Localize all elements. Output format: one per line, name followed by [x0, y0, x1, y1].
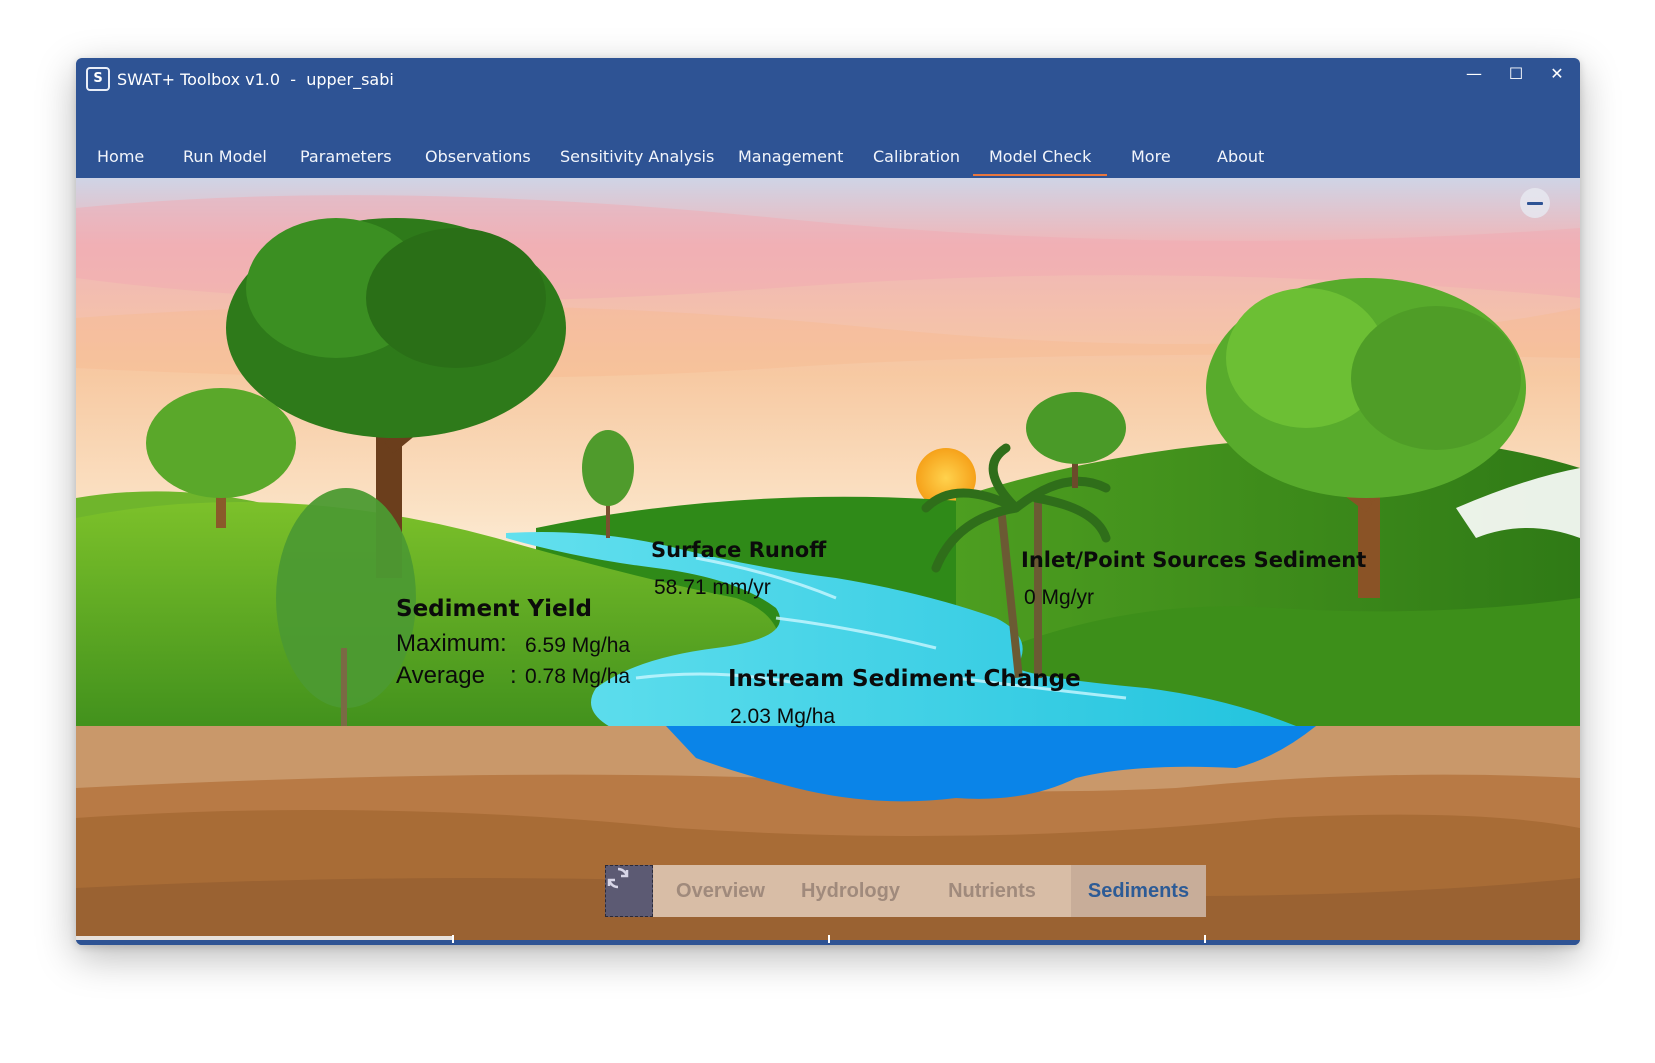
menu-observations[interactable]: Observations — [425, 143, 531, 175]
menu-about[interactable]: About — [1217, 143, 1264, 175]
window-title: SWAT+ Toolbox v1.0 - upper_sabi — [117, 70, 394, 89]
collapse-button[interactable] — [1520, 188, 1550, 218]
tab-nutrients[interactable]: Nutrients — [913, 865, 1071, 917]
minus-icon — [1527, 201, 1543, 205]
sediment-yield-average-value: 0.78 Mg/ha — [525, 665, 631, 688]
model-check-scene: Sediment Yield Maximum: 6.59 Mg/ha Avera… — [76, 178, 1580, 940]
menu-run-model[interactable]: Run Model — [183, 143, 267, 175]
close-icon: ✕ — [1550, 64, 1564, 83]
progress-tick — [1204, 935, 1206, 943]
progress-tick — [452, 935, 454, 943]
tab-sediments[interactable]: Sediments — [1071, 865, 1206, 917]
minimize-icon: — — [1466, 64, 1482, 83]
minimize-button[interactable]: — — [1451, 58, 1497, 90]
menu-home[interactable]: Home — [97, 143, 144, 175]
app-window: S SWAT+ Toolbox v1.0 - upper_sabi — ☐ ✕ … — [76, 58, 1580, 945]
menu-management[interactable]: Management — [738, 143, 843, 175]
maximize-icon: ☐ — [1508, 64, 1524, 83]
sediment-yield-title: Sediment Yield — [396, 596, 592, 622]
menu-model-check[interactable]: Model Check — [972, 143, 1108, 176]
close-button[interactable]: ✕ — [1534, 58, 1580, 90]
inlet-sediment-title: Inlet/Point Sources Sediment — [1021, 548, 1367, 572]
tab-hydrology[interactable]: Hydrology — [788, 865, 913, 917]
main-menu: Home Run Model Parameters Observations S… — [76, 143, 1580, 176]
sediment-yield-maximum-label: Maximum: — [396, 630, 507, 657]
inlet-sediment-value: 0 Mg/yr — [1024, 586, 1095, 609]
menu-parameters[interactable]: Parameters — [300, 143, 392, 175]
title-bar[interactable]: S SWAT+ Toolbox v1.0 - upper_sabi — ☐ ✕ — [76, 58, 1580, 102]
app-icon: S — [86, 67, 110, 91]
menu-more[interactable]: More — [1131, 143, 1171, 175]
sediment-yield-average-label: Average — [396, 662, 485, 689]
status-strip — [76, 935, 1580, 945]
maximize-button[interactable]: ☐ — [1493, 58, 1539, 90]
menu-sensitivity-analysis[interactable]: Sensitivity Analysis — [560, 143, 714, 175]
menu-calibration[interactable]: Calibration — [873, 143, 960, 175]
tab-overview[interactable]: Overview — [653, 865, 788, 917]
surface-runoff-value: 58.71 mm/yr — [654, 576, 771, 599]
refresh-button[interactable] — [605, 865, 653, 917]
surface-runoff-title: Surface Runoff — [651, 538, 827, 562]
progress-fill — [76, 936, 452, 940]
view-tabs: Overview Hydrology Nutrients Sediments — [605, 865, 1206, 917]
refresh-icon — [607, 867, 629, 889]
sediment-yield-average-separator: : — [510, 662, 517, 689]
instream-sediment-title: Instream Sediment Change — [728, 666, 1081, 692]
sediment-yield-maximum-value: 6.59 Mg/ha — [525, 634, 631, 657]
instream-sediment-value: 2.03 Mg/ha — [730, 705, 836, 728]
progress-tick — [828, 935, 830, 943]
